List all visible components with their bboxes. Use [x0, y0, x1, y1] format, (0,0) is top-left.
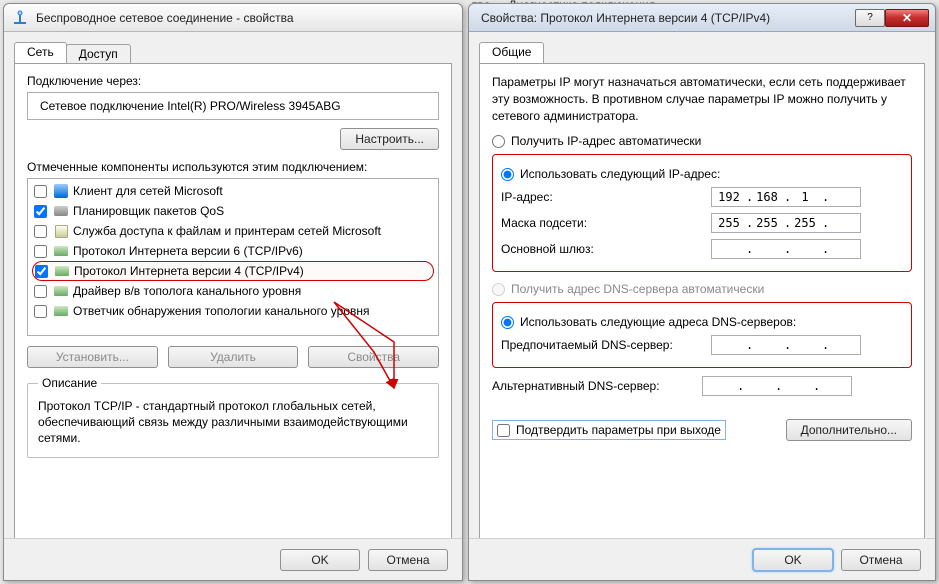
dns-manual-radio[interactable]	[501, 316, 514, 329]
checkbox[interactable]	[35, 265, 48, 278]
tabstrip: Общие	[479, 40, 925, 64]
dns-pref-field[interactable]: . . .	[711, 335, 861, 355]
list-item-ipv4[interactable]: Протокол Интернета версии 4 (TCP/IPv4)	[32, 261, 434, 281]
list-item[interactable]: Планировщик пакетов QoS	[32, 201, 434, 221]
titlebar[interactable]: Свойства: Протокол Интернета версии 4 (T…	[469, 4, 935, 32]
info-text: Параметры IP могут назначаться автоматич…	[492, 74, 912, 124]
ok-button[interactable]: OK	[280, 549, 360, 571]
gateway-field[interactable]: . . .	[711, 239, 861, 259]
ip-manual-group: Использовать следующий IP-адрес: IP-адре…	[492, 154, 912, 272]
ip-address-field[interactable]: 192. 168. 1.	[711, 187, 861, 207]
list-item[interactable]: Драйвер в/в тополога канального уровня	[32, 281, 434, 301]
mask-field[interactable]: 255. 255. 255.	[711, 213, 861, 233]
tab-general[interactable]: Общие	[479, 42, 544, 64]
checkbox[interactable]	[34, 245, 47, 258]
close-button[interactable]: ✕	[885, 9, 929, 27]
description-text: Протокол TCP/IP - стандартный протокол г…	[38, 398, 428, 447]
properties-button[interactable]: Свойства	[308, 346, 439, 368]
window-title: Беспроводное сетевое соединение - свойст…	[32, 11, 456, 25]
components-label: Отмеченные компоненты используются этим …	[27, 160, 439, 174]
dialog-buttons: OK Отмена	[469, 538, 935, 580]
list-item[interactable]: Служба доступа к файлам и принтерам сете…	[32, 221, 434, 241]
description-title: Описание	[38, 376, 101, 390]
ip-manual-radio[interactable]	[501, 168, 514, 181]
checkbox[interactable]	[34, 285, 47, 298]
dialog-buttons: OK Отмена	[4, 538, 462, 580]
connection-properties-window: Беспроводное сетевое соединение - свойст…	[3, 3, 463, 581]
tab-access[interactable]: Доступ	[66, 44, 131, 64]
components-listbox[interactable]: Клиент для сетей Microsoft Планировщик п…	[27, 178, 439, 336]
cancel-button[interactable]: Отмена	[368, 549, 448, 571]
dns-auto-radio	[492, 283, 505, 296]
validate-checkbox[interactable]	[497, 424, 510, 437]
cancel-button[interactable]: Отмена	[841, 549, 921, 571]
dns-auto-row: Получить адрес DNS-сервера автоматически	[492, 282, 912, 296]
protocol-icon	[53, 303, 69, 319]
help-button[interactable]: ?	[855, 9, 885, 27]
description-fieldset: Описание Протокол TCP/IP - стандартный п…	[27, 376, 439, 458]
advanced-button[interactable]: Дополнительно...	[786, 419, 912, 441]
file-share-icon	[53, 223, 69, 239]
protocol-icon	[53, 283, 69, 299]
window-title: Свойства: Протокол Интернета версии 4 (T…	[477, 11, 855, 25]
configure-button[interactable]: Настроить...	[340, 128, 439, 150]
protocol-icon	[54, 263, 70, 279]
mask-label: Маска подсети:	[501, 216, 711, 230]
checkbox[interactable]	[34, 185, 47, 198]
qos-icon	[53, 203, 69, 219]
client-icon	[53, 183, 69, 199]
network-icon	[12, 10, 28, 26]
ok-button[interactable]: OK	[753, 549, 833, 571]
list-item[interactable]: Ответчик обнаружения топологии канальног…	[32, 301, 434, 321]
remove-button[interactable]: Удалить	[168, 346, 299, 368]
ipv4-properties-window: Свойства: Протокол Интернета версии 4 (T…	[468, 3, 936, 581]
ip-address-label: IP-адрес:	[501, 190, 711, 204]
dns-manual-row[interactable]: Использовать следующие адреса DNS-сервер…	[501, 315, 903, 329]
gateway-label: Основной шлюз:	[501, 242, 711, 256]
install-button[interactable]: Установить...	[27, 346, 158, 368]
adapter-name: Сетевое подключение Intel(R) PRO/Wireles…	[40, 99, 341, 113]
checkbox[interactable]	[34, 225, 47, 238]
connect-via-label: Подключение через:	[27, 74, 439, 88]
validate-row[interactable]: Подтвердить параметры при выходе	[492, 420, 726, 440]
tabstrip: Сеть Доступ	[14, 40, 452, 64]
adapter-box: Сетевое подключение Intel(R) PRO/Wireles…	[27, 92, 439, 120]
list-item[interactable]: Протокол Интернета версии 6 (TCP/IPv6)	[32, 241, 434, 261]
checkbox[interactable]	[34, 305, 47, 318]
checkbox[interactable]	[34, 205, 47, 218]
ip-auto-radio[interactable]	[492, 135, 505, 148]
dns-alt-field[interactable]: . . .	[702, 376, 852, 396]
titlebar[interactable]: Беспроводное сетевое соединение - свойст…	[4, 4, 462, 32]
ip-manual-row[interactable]: Использовать следующий IP-адрес:	[501, 167, 903, 181]
list-item[interactable]: Клиент для сетей Microsoft	[32, 181, 434, 201]
ip-auto-row[interactable]: Получить IP-адрес автоматически	[492, 134, 912, 148]
dns-alt-label: Альтернативный DNS-сервер:	[492, 379, 702, 393]
dns-manual-group: Использовать следующие адреса DNS-сервер…	[492, 302, 912, 368]
dns-pref-label: Предпочитаемый DNS-сервер:	[501, 338, 711, 352]
protocol-icon	[53, 243, 69, 259]
tab-network[interactable]: Сеть	[14, 42, 67, 64]
